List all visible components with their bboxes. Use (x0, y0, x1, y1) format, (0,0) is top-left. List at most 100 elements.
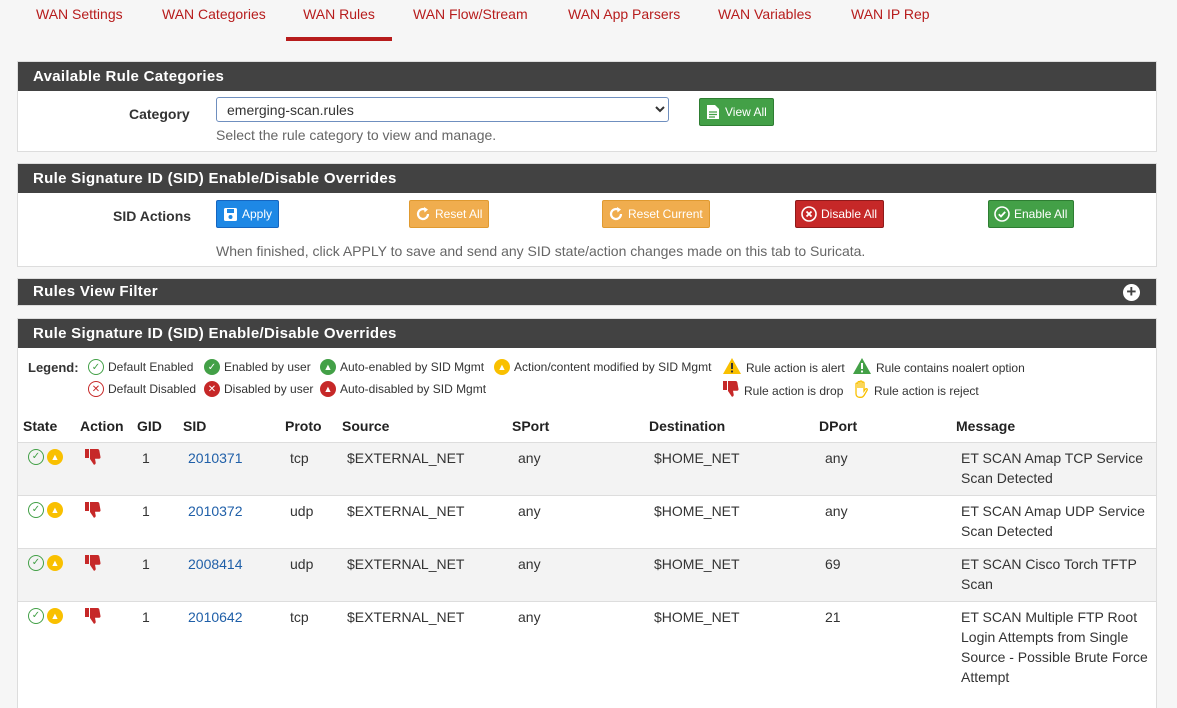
dport-cell: 21 (825, 609, 841, 625)
dport-cell: 69 (825, 556, 841, 572)
check-circle-outline-icon[interactable]: ✓ (28, 555, 44, 571)
check-circle-outline-icon[interactable]: ✓ (28, 449, 44, 465)
enable-all-button[interactable]: Enable All (988, 200, 1075, 228)
source-cell: $EXTERNAL_NET (347, 450, 465, 466)
times-circle-outline-icon: ✕ (88, 381, 104, 397)
table-row: ✓ ▲ 1 2010372 udp $EXTERNAL_NET any $HOME_NET an… (18, 495, 1156, 548)
gid-cell: 1 (142, 609, 150, 625)
sid-link[interactable]: 2008414 (188, 554, 243, 574)
column-header-destination[interactable]: Destination (649, 418, 725, 434)
apply-label: Apply (242, 207, 273, 221)
save-icon (221, 205, 239, 223)
wan-tabs: WAN Settings WAN Categories WAN Rules WA… (0, 0, 1177, 42)
check-circle-icon (993, 205, 1011, 223)
times-circle-icon (800, 205, 818, 223)
legend-action-alert: Rule action is alert (722, 357, 845, 378)
legend-text: Default Enabled (108, 360, 194, 374)
sid-link[interactable]: 2010371 (188, 448, 243, 468)
legend-action-reject: Rule action is reject (852, 380, 979, 401)
reset-all-button[interactable]: Reset All (409, 200, 490, 228)
thumbs-down-icon[interactable] (84, 448, 102, 471)
tab-wan-categories[interactable]: WAN Categories (162, 0, 266, 38)
sid-link[interactable]: 2010642 (188, 607, 243, 627)
sport-cell: any (518, 450, 541, 466)
category-help-text: Select the rule category to view and man… (216, 127, 497, 143)
legend-text: Disabled by user (224, 382, 314, 396)
legend-default-disabled: ✕ Default Disabled (88, 381, 196, 397)
legend-text: Enabled by user (224, 360, 311, 374)
thumbs-down-icon[interactable] (84, 554, 102, 577)
tab-wan-rules[interactable]: WAN Rules (286, 0, 392, 41)
thumbs-down-icon (722, 380, 740, 401)
column-header-action[interactable]: Action (80, 418, 124, 434)
check-circle-outline-icon[interactable]: ✓ (28, 608, 44, 624)
table-row: ✓ ▲ 1 2008414 udp $EXTERNAL_NET any $HOME_NET 69… (18, 548, 1156, 601)
reset-current-button[interactable]: Reset Current (602, 200, 710, 228)
dport-cell: any (825, 503, 848, 519)
legend-auto-disabled: ▲ Auto-disabled by SID Mgmt (320, 381, 486, 397)
proto-cell: tcp (290, 609, 309, 625)
view-all-label: View All (725, 105, 767, 119)
panel-title: Available Rule Categories (18, 62, 1156, 91)
check-circle-outline-icon[interactable]: ✓ (28, 502, 44, 518)
warning-icon (722, 357, 742, 378)
column-header-message[interactable]: Message (956, 418, 1015, 434)
times-circle-icon: ✕ (204, 381, 220, 397)
apply-button[interactable]: Apply (216, 200, 280, 228)
triangle-circle-icon: ▲ (47, 449, 63, 465)
reset-current-label: Reset Current (628, 207, 703, 221)
triangle-circle-icon: ▲ (320, 381, 336, 397)
warning-green-icon (852, 357, 872, 378)
hand-stop-icon (852, 380, 870, 401)
triangle-circle-icon: ▲ (47, 555, 63, 571)
column-header-gid[interactable]: GID (137, 418, 162, 434)
column-header-source[interactable]: Source (342, 418, 389, 434)
column-header-sid[interactable]: SID (183, 418, 206, 434)
state-icons: ✓ ▲ (28, 449, 63, 465)
column-header-state[interactable]: State (23, 418, 57, 434)
legend-default-enabled: ✓ Default Enabled (88, 359, 193, 375)
tab-wan-settings[interactable]: WAN Settings (36, 0, 123, 38)
legend-auto-enabled: ▲ Auto-enabled by SID Mgmt (320, 359, 484, 375)
tab-wan-app-parsers[interactable]: WAN App Parsers (568, 0, 680, 38)
proto-cell: udp (290, 556, 314, 572)
check-circle-outline-icon: ✓ (88, 359, 104, 375)
refresh-icon (414, 205, 432, 223)
sid-link[interactable]: 2010372 (188, 501, 243, 521)
sport-cell: any (518, 503, 541, 519)
legend-text: Rule action is reject (874, 383, 979, 398)
legend-noalert: Rule contains noalert option (852, 357, 1025, 378)
state-icons: ✓ ▲ (28, 608, 63, 624)
message-cell: ET SCAN Cisco Torch TFTP Scan (961, 556, 1137, 592)
view-all-button[interactable]: View All (699, 98, 774, 126)
tab-wan-flow-stream[interactable]: WAN Flow/Stream (413, 0, 528, 38)
sid-overrides-panel: Rule Signature ID (SID) Enable/Disable O… (17, 163, 1157, 267)
destination-cell: $HOME_NET (654, 503, 740, 519)
thumbs-down-icon[interactable] (84, 607, 102, 630)
legend-text: Rule action is alert (746, 360, 845, 375)
legend-label: Legend: (28, 360, 79, 375)
column-header-dport[interactable]: DPort (819, 418, 857, 434)
destination-cell: $HOME_NET (654, 450, 740, 466)
document-icon (704, 103, 722, 121)
column-header-proto[interactable]: Proto (285, 418, 322, 434)
disable-all-button[interactable]: Disable All (795, 200, 885, 228)
rules-table-panel: Rule Signature ID (SID) Enable/Disable O… (17, 318, 1157, 708)
proto-cell: udp (290, 503, 314, 519)
panel-title[interactable]: Rules View Filter + (18, 279, 1156, 305)
category-select[interactable]: emerging-scan.rules (216, 97, 669, 122)
gid-cell: 1 (142, 556, 150, 572)
legend-text: Auto-disabled by SID Mgmt (340, 382, 487, 396)
legend-text: Rule action is drop (744, 383, 844, 398)
sid-help-text: When finished, click APPLY to save and s… (216, 243, 866, 259)
legend-text: Rule contains noalert option (876, 360, 1025, 375)
tab-wan-variables[interactable]: WAN Variables (718, 0, 811, 38)
thumbs-down-icon[interactable] (84, 501, 102, 524)
legend-action-drop: Rule action is drop (722, 380, 843, 401)
table-row: ✓ ▲ 1 2010371 tcp $EXTERNAL_NET any $HOME_NET an… (18, 442, 1156, 495)
tab-wan-ip-rep[interactable]: WAN IP Rep (851, 0, 930, 38)
plus-circle-icon[interactable]: + (1123, 283, 1140, 301)
sport-cell: any (518, 609, 541, 625)
legend-disabled-by-user: ✕ Disabled by user (204, 381, 313, 397)
column-header-sport[interactable]: SPort (512, 418, 549, 434)
